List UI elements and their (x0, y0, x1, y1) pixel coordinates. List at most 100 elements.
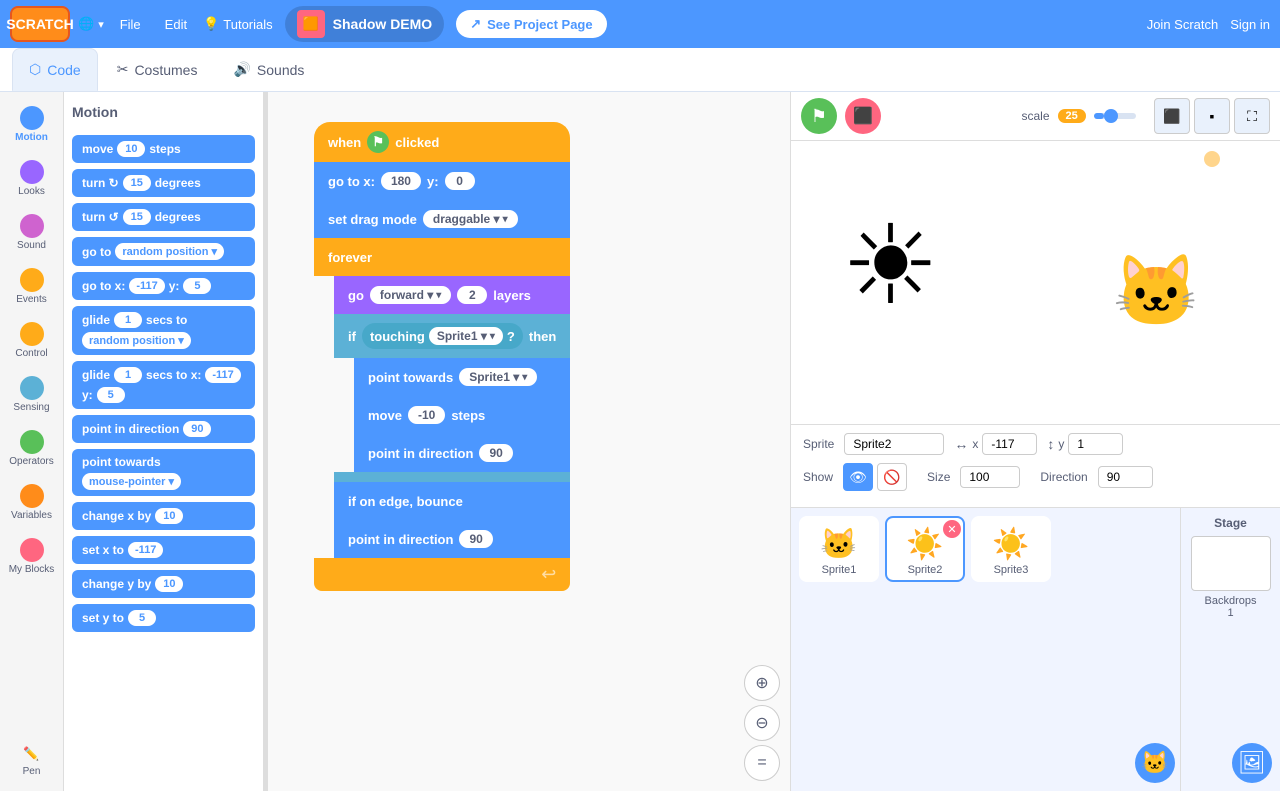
sprite-x-input[interactable] (982, 433, 1037, 455)
backdrops-label: Backdrops (1205, 595, 1257, 607)
sprite-y-coord: ↕ y (1047, 433, 1123, 455)
share-icon: ↗ (470, 16, 481, 32)
sprite-y-input[interactable] (1068, 433, 1123, 455)
decorative-dot (1204, 151, 1220, 167)
zoom-in-button[interactable]: ⊕ (744, 665, 780, 701)
category-looks[interactable]: Looks (4, 154, 60, 204)
main-editor: Motion Looks Sound Events Control Sensin… (0, 92, 1280, 791)
show-visible-button[interactable]: 👁 (843, 463, 873, 491)
block-turn-left[interactable]: turn ↺ 15 degrees (72, 203, 255, 231)
sprite-name-input[interactable] (844, 433, 944, 455)
zoom-out-button[interactable]: ⊖ (744, 705, 780, 741)
category-pen[interactable]: ✏️ Pen (4, 736, 60, 783)
category-sound[interactable]: Sound (4, 208, 60, 258)
category-events[interactable]: Events (4, 262, 60, 312)
sprite-thumb-sprite1[interactable]: 🐱 Sprite1 (799, 516, 879, 582)
category-variables[interactable]: Variables (4, 478, 60, 528)
category-control[interactable]: Control (4, 316, 60, 366)
events-dot (20, 268, 44, 292)
forever-header[interactable]: forever (314, 238, 570, 276)
tab-costumes[interactable]: ✂ Costumes (100, 48, 215, 91)
operators-dot (20, 430, 44, 454)
sprite-size-input[interactable] (960, 466, 1020, 488)
category-motion[interactable]: Motion (4, 100, 60, 150)
tab-sounds[interactable]: 🔊 Sounds (216, 48, 321, 91)
control-dot (20, 322, 44, 346)
block-point-towards-sprite1[interactable]: point towards Sprite1 ▾ (354, 358, 570, 396)
block-move-neg10[interactable]: move -10 steps (354, 396, 570, 434)
block-turn-right[interactable]: turn ↻ 15 degrees (72, 169, 255, 197)
block-glide-random[interactable]: glide 1 secs to random position ▾ (72, 306, 255, 355)
block-point-direction[interactable]: point in direction 90 (72, 415, 255, 443)
block-set-drag-mode[interactable]: set drag mode draggable ▾ (314, 200, 570, 238)
show-hidden-button[interactable]: 🚫 (877, 463, 907, 491)
add-sprite-button[interactable]: 🐱 (1135, 743, 1175, 783)
category-sensing[interactable]: Sensing (4, 370, 60, 420)
if-body: point towards Sprite1 ▾ move -10 steps p… (354, 358, 570, 472)
block-set-y[interactable]: set y to 5 (72, 604, 255, 632)
sprite-info-panel: Sprite ↔ x ↕ y Show 👁 🚫 (791, 424, 1280, 507)
small-stage-icon: ⬛ (1163, 108, 1180, 125)
stage-thumbnail[interactable] (1191, 536, 1271, 591)
project-title[interactable]: Shadow DEMO (333, 16, 433, 32)
block-change-x[interactable]: change x by 10 (72, 502, 255, 530)
sprite-info-row: Sprite ↔ x ↕ y (803, 433, 1268, 455)
if-footer (334, 472, 570, 482)
join-scratch-link[interactable]: Join Scratch (1147, 17, 1219, 32)
zoom-controls: ⊕ ⊖ = (744, 665, 780, 781)
block-change-y[interactable]: change y by 10 (72, 570, 255, 598)
see-project-button[interactable]: ↗ See Project Page (456, 10, 606, 38)
scale-slider[interactable] (1094, 113, 1136, 119)
block-goto-xy[interactable]: go to x: 180 y: 0 (314, 162, 570, 200)
cat-sprite[interactable]: 🐱 (1113, 251, 1200, 333)
globe-icon: 🌐 (78, 16, 94, 32)
scratch-logo[interactable]: SCRATCH (10, 6, 70, 42)
fit-icon: = (757, 754, 766, 772)
block-point-dir-90a[interactable]: point in direction 90 (354, 434, 570, 472)
fullscreen-button[interactable]: ⛶ (1234, 98, 1270, 134)
sprite-info-row2: Show 👁 🚫 Size Direction (803, 463, 1268, 491)
if-header[interactable]: if touching Sprite1 ▾ ? then (334, 314, 570, 358)
block-forever: forever go forward ▾ 2 layers (314, 238, 570, 591)
block-point-dir-90b[interactable]: point in direction 90 (334, 520, 570, 558)
scale-slider-fill (1094, 113, 1105, 119)
stage-canvas: ☀ 🐱 (791, 141, 1280, 424)
block-goto-xy[interactable]: go to x: -117 y: 5 (72, 272, 255, 300)
tutorials-button[interactable]: 💡 Tutorials (203, 16, 273, 32)
sprite-list: 🐱 Sprite1 ✕ ☀️ Sprite2 ☀️ Sprite3 (791, 508, 1180, 791)
large-stage-button[interactable]: ▪ (1194, 98, 1230, 134)
costume-icon: ✂ (117, 61, 129, 78)
block-goto-random[interactable]: go to random position ▾ (72, 237, 255, 266)
category-operators[interactable]: Operators (4, 424, 60, 474)
small-stage-button[interactable]: ⬛ (1154, 98, 1190, 134)
file-menu[interactable]: File (112, 13, 149, 36)
block-if-on-edge-bounce[interactable]: if on edge, bounce (334, 482, 570, 520)
block-glide-xy[interactable]: glide 1 secs to x: -117 y: 5 (72, 361, 255, 409)
add-backdrop-button[interactable]: 🖼 (1232, 743, 1272, 783)
block-point-towards[interactable]: point towards mouse-pointer ▾ (72, 449, 255, 496)
script-area[interactable]: when ⚑ clicked go to x: 180 y: 0 set dra… (264, 92, 790, 791)
stop-button[interactable]: ⬛ (845, 98, 881, 134)
edit-menu[interactable]: Edit (157, 13, 195, 36)
sprite-x-coord: ↔ x (954, 433, 1037, 455)
flag-icon: ⚑ (367, 131, 389, 153)
sprite2-delete-button[interactable]: ✕ (943, 520, 961, 538)
scale-slider-thumb[interactable] (1104, 109, 1118, 123)
block-set-x[interactable]: set x to -117 (72, 536, 255, 564)
sun-sprite[interactable]: ☀ (841, 201, 940, 329)
tab-code[interactable]: ⬡ Code (12, 48, 98, 91)
block-move-steps[interactable]: move 10 steps (72, 135, 255, 163)
fit-screen-button[interactable]: = (744, 745, 780, 781)
sprite-direction-input[interactable] (1098, 466, 1153, 488)
forever-body: go forward ▾ 2 layers if touching (334, 276, 570, 558)
sprite-thumb-sprite3[interactable]: ☀️ Sprite3 (971, 516, 1051, 582)
green-flag-button[interactable]: ⚑ (801, 98, 837, 134)
sign-in-link[interactable]: Sign in (1230, 17, 1270, 32)
sprite-thumb-sprite2[interactable]: ✕ ☀️ Sprite2 (885, 516, 965, 582)
category-myblocks[interactable]: My Blocks (4, 532, 60, 582)
block-go-layers[interactable]: go forward ▾ 2 layers (334, 276, 570, 314)
panel-divider[interactable] (264, 92, 268, 791)
block-when-flag-clicked[interactable]: when ⚑ clicked (314, 122, 570, 162)
globe-button[interactable]: 🌐 ▾ (78, 16, 104, 32)
show-buttons: 👁 🚫 (843, 463, 907, 491)
